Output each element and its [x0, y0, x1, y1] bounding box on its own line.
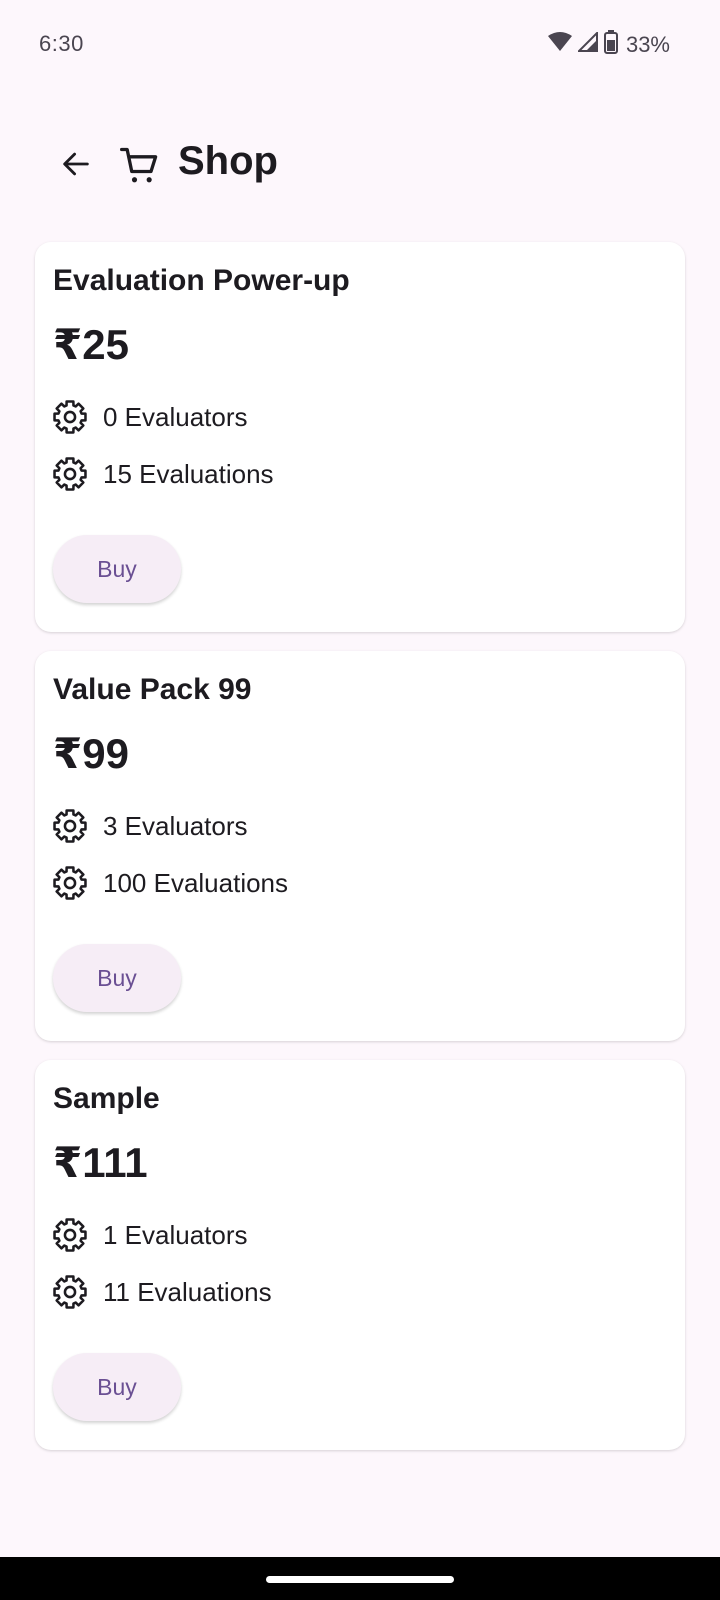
product-title: Evaluation Power-up [53, 264, 350, 297]
feature-text: 0 Evaluators [103, 401, 248, 432]
product-card: Sample ₹111 1 Evaluators 11 Evaluations … [35, 1060, 685, 1450]
battery-icon [603, 30, 618, 59]
feature-evaluations: 11 Evaluations [51, 1272, 272, 1312]
cellular-signal-icon [576, 30, 598, 57]
wifi-icon [547, 32, 572, 57]
feature-evaluations: 100 Evaluations [51, 863, 288, 903]
product-title: Sample [53, 1082, 160, 1115]
feature-evaluators: 0 Evaluators [51, 397, 248, 437]
buy-button[interactable]: Buy [53, 1353, 181, 1421]
gear-icon [51, 1273, 89, 1311]
product-price: ₹25 [53, 321, 129, 368]
feature-text: 15 Evaluations [103, 458, 274, 489]
page-title: Shop [178, 139, 278, 183]
arrow-back-icon [59, 147, 93, 186]
feature-text: 3 Evaluators [103, 810, 248, 841]
back-button[interactable] [52, 142, 100, 190]
status-icons: 33% [547, 30, 670, 59]
gear-icon [51, 398, 89, 436]
product-title: Value Pack 99 [53, 673, 252, 706]
buy-button[interactable]: Buy [53, 535, 181, 603]
gear-icon [51, 1216, 89, 1254]
status-time: 6:30 [39, 31, 84, 56]
product-card: Value Pack 99 ₹99 3 Evaluators 100 Evalu… [35, 651, 685, 1041]
feature-text: 1 Evaluators [103, 1219, 248, 1250]
product-card: Evaluation Power-up ₹25 0 Evaluators 15 … [35, 242, 685, 632]
feature-evaluators: 1 Evaluators [51, 1215, 248, 1255]
gear-icon [51, 455, 89, 493]
home-gesture-handle[interactable] [266, 1576, 454, 1583]
product-price: ₹111 [53, 1139, 148, 1186]
feature-evaluators: 3 Evaluators [51, 806, 248, 846]
buy-button[interactable]: Buy [53, 944, 181, 1012]
feature-evaluations: 15 Evaluations [51, 454, 274, 494]
shop-screen: 6:30 33% Shop Evaluation Power-up ₹25 0 … [0, 0, 720, 1600]
navigation-bar [0, 1557, 720, 1600]
product-price: ₹99 [53, 730, 129, 777]
gear-icon [51, 864, 89, 902]
app-bar: Shop [0, 130, 720, 202]
feature-text: 100 Evaluations [103, 867, 289, 898]
feature-text: 11 Evaluations [103, 1276, 272, 1307]
battery-percent: 33% [625, 31, 670, 57]
cart-icon [118, 144, 162, 188]
gear-icon [51, 807, 89, 845]
status-bar: 6:30 33% [0, 0, 720, 88]
